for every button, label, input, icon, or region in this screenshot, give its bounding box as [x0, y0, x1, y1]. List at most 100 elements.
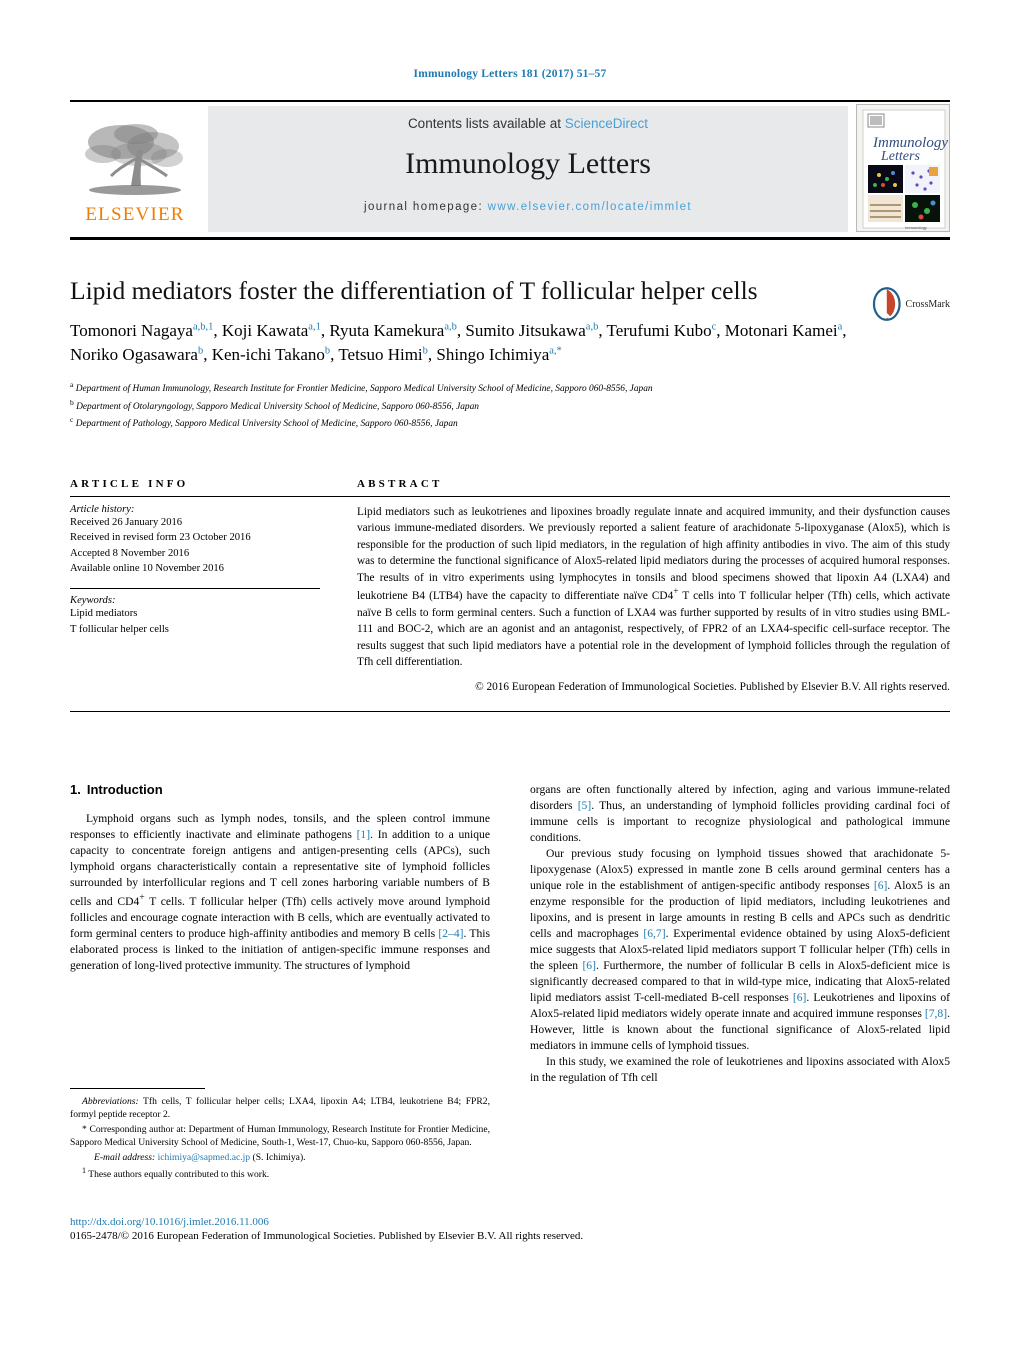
footnote-abbreviations: Abbreviations: Tfh cells, T follicular h…	[70, 1095, 490, 1122]
doi-link[interactable]: http://dx.doi.org/10.1016/j.imlet.2016.1…	[70, 1216, 950, 1228]
svg-text:Letters: Letters	[880, 149, 920, 164]
keywords-rule	[70, 588, 320, 590]
masthead-bottom-rule	[70, 237, 950, 240]
email-owner: (S. Ichimiya).	[252, 1151, 306, 1163]
svg-text:Immunology: Immunology	[905, 225, 927, 230]
elsevier-wordmark: ELSEVIER	[85, 204, 185, 225]
sciencedirect-link[interactable]: ScienceDirect	[565, 116, 648, 131]
right-column-paragraphs: organs are often functionally altered by…	[530, 782, 950, 1086]
author-list: Tomonori Nagayaa,b,1, Koji Kawataa,1, Ry…	[70, 321, 847, 365]
page-footer: http://dx.doi.org/10.1016/j.imlet.2016.1…	[70, 1216, 950, 1242]
left-column-paragraphs: Lymphoid organs such as lymph nodes, ton…	[70, 811, 490, 974]
abbreviations-label: Abbreviations:	[82, 1096, 139, 1107]
abstract-text: Lipid mediators such as leukotrienes and…	[357, 506, 950, 669]
citation-ref[interactable]: [6,7]	[643, 927, 665, 940]
body-paragraph: In this study, we examined the role of l…	[530, 1054, 950, 1084]
corresponding-text: Corresponding author at: Department of H…	[70, 1123, 491, 1149]
article-history-item: Received in revised form 23 October 2016	[70, 532, 251, 544]
author-affiliation-marker: a	[837, 321, 843, 333]
page-title: Lipid mediators foster the differentiati…	[70, 276, 758, 305]
author-affiliation-marker: a,b,1	[192, 321, 214, 333]
citation-ref[interactable]: [2–4]	[438, 927, 463, 940]
citation-ref[interactable]: [6]	[793, 991, 807, 1004]
author-name: Sumito Jitsukawa	[465, 321, 586, 341]
author-affiliation-marker: a,*	[549, 345, 562, 357]
citation-ref[interactable]: [6]	[582, 959, 596, 972]
abstract-heading: ABSTRACT	[357, 478, 443, 490]
equal-contrib-text: These authors equally contributed to thi…	[88, 1169, 270, 1181]
running-head: Immunology Letters 181 (2017) 51–57	[413, 68, 607, 80]
article-history-item: Received 26 January 2016	[70, 517, 183, 528]
affiliation-item: c Department of Pathology, Sapporo Medic…	[70, 414, 458, 429]
crossmark-icon	[872, 287, 901, 321]
elsevier-tree-icon	[85, 124, 183, 195]
journal-homepage-link[interactable]: www.elsevier.com/locate/immlet	[488, 201, 692, 213]
body-paragraph: Our previous study focusing on lymphoid …	[530, 846, 950, 1052]
article-info-heading: ARTICLE INFO	[70, 478, 189, 490]
author-affiliation-marker: a,b	[444, 321, 457, 333]
crossmark-label: CrossMark	[905, 298, 950, 310]
author-affiliation-marker: b	[422, 345, 428, 357]
affiliation-item: b Department of Otolaryngology, Sapporo …	[70, 397, 479, 412]
affiliation-list: a Department of Human Immunology, Resear…	[70, 379, 950, 431]
journal-header-band: Contents lists available at ScienceDirec…	[208, 106, 848, 232]
footnote-email: E-mail address: ichimiya@sapmed.ac.jp (S…	[70, 1151, 490, 1164]
body-column-left: 1. Introduction Lymphoid organs such as l…	[70, 782, 490, 1086]
footnote-rule	[70, 1088, 205, 1089]
section-title: Introduction	[86, 782, 163, 797]
article-history-label: Article history:	[70, 504, 135, 515]
abstract-copyright: © 2016 European Federation of Immunologi…	[475, 680, 950, 693]
article-history-items: Received 26 January 2016 Received in revi…	[70, 515, 357, 576]
elsevier-logo: ELSEVIER	[70, 104, 200, 234]
keyword-item: T follicular helper cells	[70, 623, 169, 635]
journal-cover-image: Immunology Letters Immunology	[857, 105, 949, 231]
author-affiliation-marker: a,b	[585, 321, 599, 333]
body-column-right: organs are often functionally altered by…	[530, 782, 950, 1086]
citation-ref[interactable]: [1]	[357, 828, 371, 841]
citation-ref[interactable]: [7,8]	[925, 1007, 947, 1020]
author-name: Motonari Kamei	[724, 321, 838, 341]
footnote-block: Abbreviations: Tfh cells, T follicular h…	[70, 1088, 490, 1183]
author-name: Tetsuo Himi	[338, 345, 423, 365]
body-columns: 1. Introduction Lymphoid organs such as l…	[70, 782, 950, 1086]
citation-ref[interactable]: [6]	[874, 879, 888, 892]
author-name: Tomonori Nagaya	[70, 321, 193, 341]
journal-title: Immunology Letters	[405, 147, 651, 180]
keyword-item: Lipid mediators	[70, 608, 138, 620]
author-affiliation-marker: b	[324, 345, 331, 357]
article-info-content: Article history: Received 26 January 201…	[70, 504, 357, 693]
body-paragraph: organs are often functionally altered by…	[530, 783, 950, 844]
author-name: Ken-ichi Takano	[211, 345, 325, 365]
article-page: Immunology Letters 181 (2017) 51–57 ELSE…	[0, 0, 1020, 1351]
author-name: Shingo Ichimiya	[436, 345, 550, 365]
article-history-item: Available online 10 November 2016	[70, 563, 224, 575]
equal-contrib-marker: 1	[82, 1166, 86, 1176]
author-name: Terufumi Kubo	[606, 321, 712, 341]
contents-available-line: Contents lists available at ScienceDirec…	[208, 106, 848, 131]
keywords-items: Lipid mediators T follicular helper cells	[70, 606, 357, 637]
article-info-rule	[70, 496, 357, 497]
affiliation-item: a Department of Human Immunology, Resear…	[70, 380, 653, 395]
affiliation-marker: a	[70, 380, 74, 390]
footnote-equal-contribution: 1 These authors equally contributed to t…	[70, 1165, 490, 1182]
masthead-top-rule	[70, 100, 950, 102]
homepage-prefix: journal homepage:	[364, 201, 488, 213]
author-affiliation-marker: c	[711, 321, 717, 333]
author-name: Koji Kawata	[221, 321, 309, 341]
crossmark-badge[interactable]: CrossMark	[872, 280, 950, 328]
citation-ref[interactable]: [5]	[578, 799, 592, 812]
info-block-bottom-rule	[70, 710, 950, 712]
body-paragraph: Lymphoid organs such as lymph nodes, ton…	[70, 812, 490, 972]
email-link[interactable]: ichimiya@sapmed.ac.jp	[158, 1152, 251, 1163]
keywords-label: Keywords:	[70, 595, 116, 607]
journal-masthead: ELSEVIER Contents lists available at Sci…	[70, 100, 950, 240]
author-affiliation-marker: b	[197, 345, 204, 357]
author-name: Ryuta Kamekura	[329, 321, 445, 341]
author-affiliation-marker: a,1	[308, 321, 321, 333]
keywords-block: Keywords: Lipid mediators T follicular he…	[70, 588, 357, 637]
corresponding-marker: *	[82, 1123, 87, 1135]
journal-homepage-line: journal homepage: www.elsevier.com/locat…	[208, 201, 848, 213]
info-abstract-block: ARTICLE INFO ABSTRACT Article history: R…	[70, 478, 950, 712]
section-number: 1.	[70, 782, 81, 797]
contents-prefix: Contents lists available at	[407, 116, 565, 131]
